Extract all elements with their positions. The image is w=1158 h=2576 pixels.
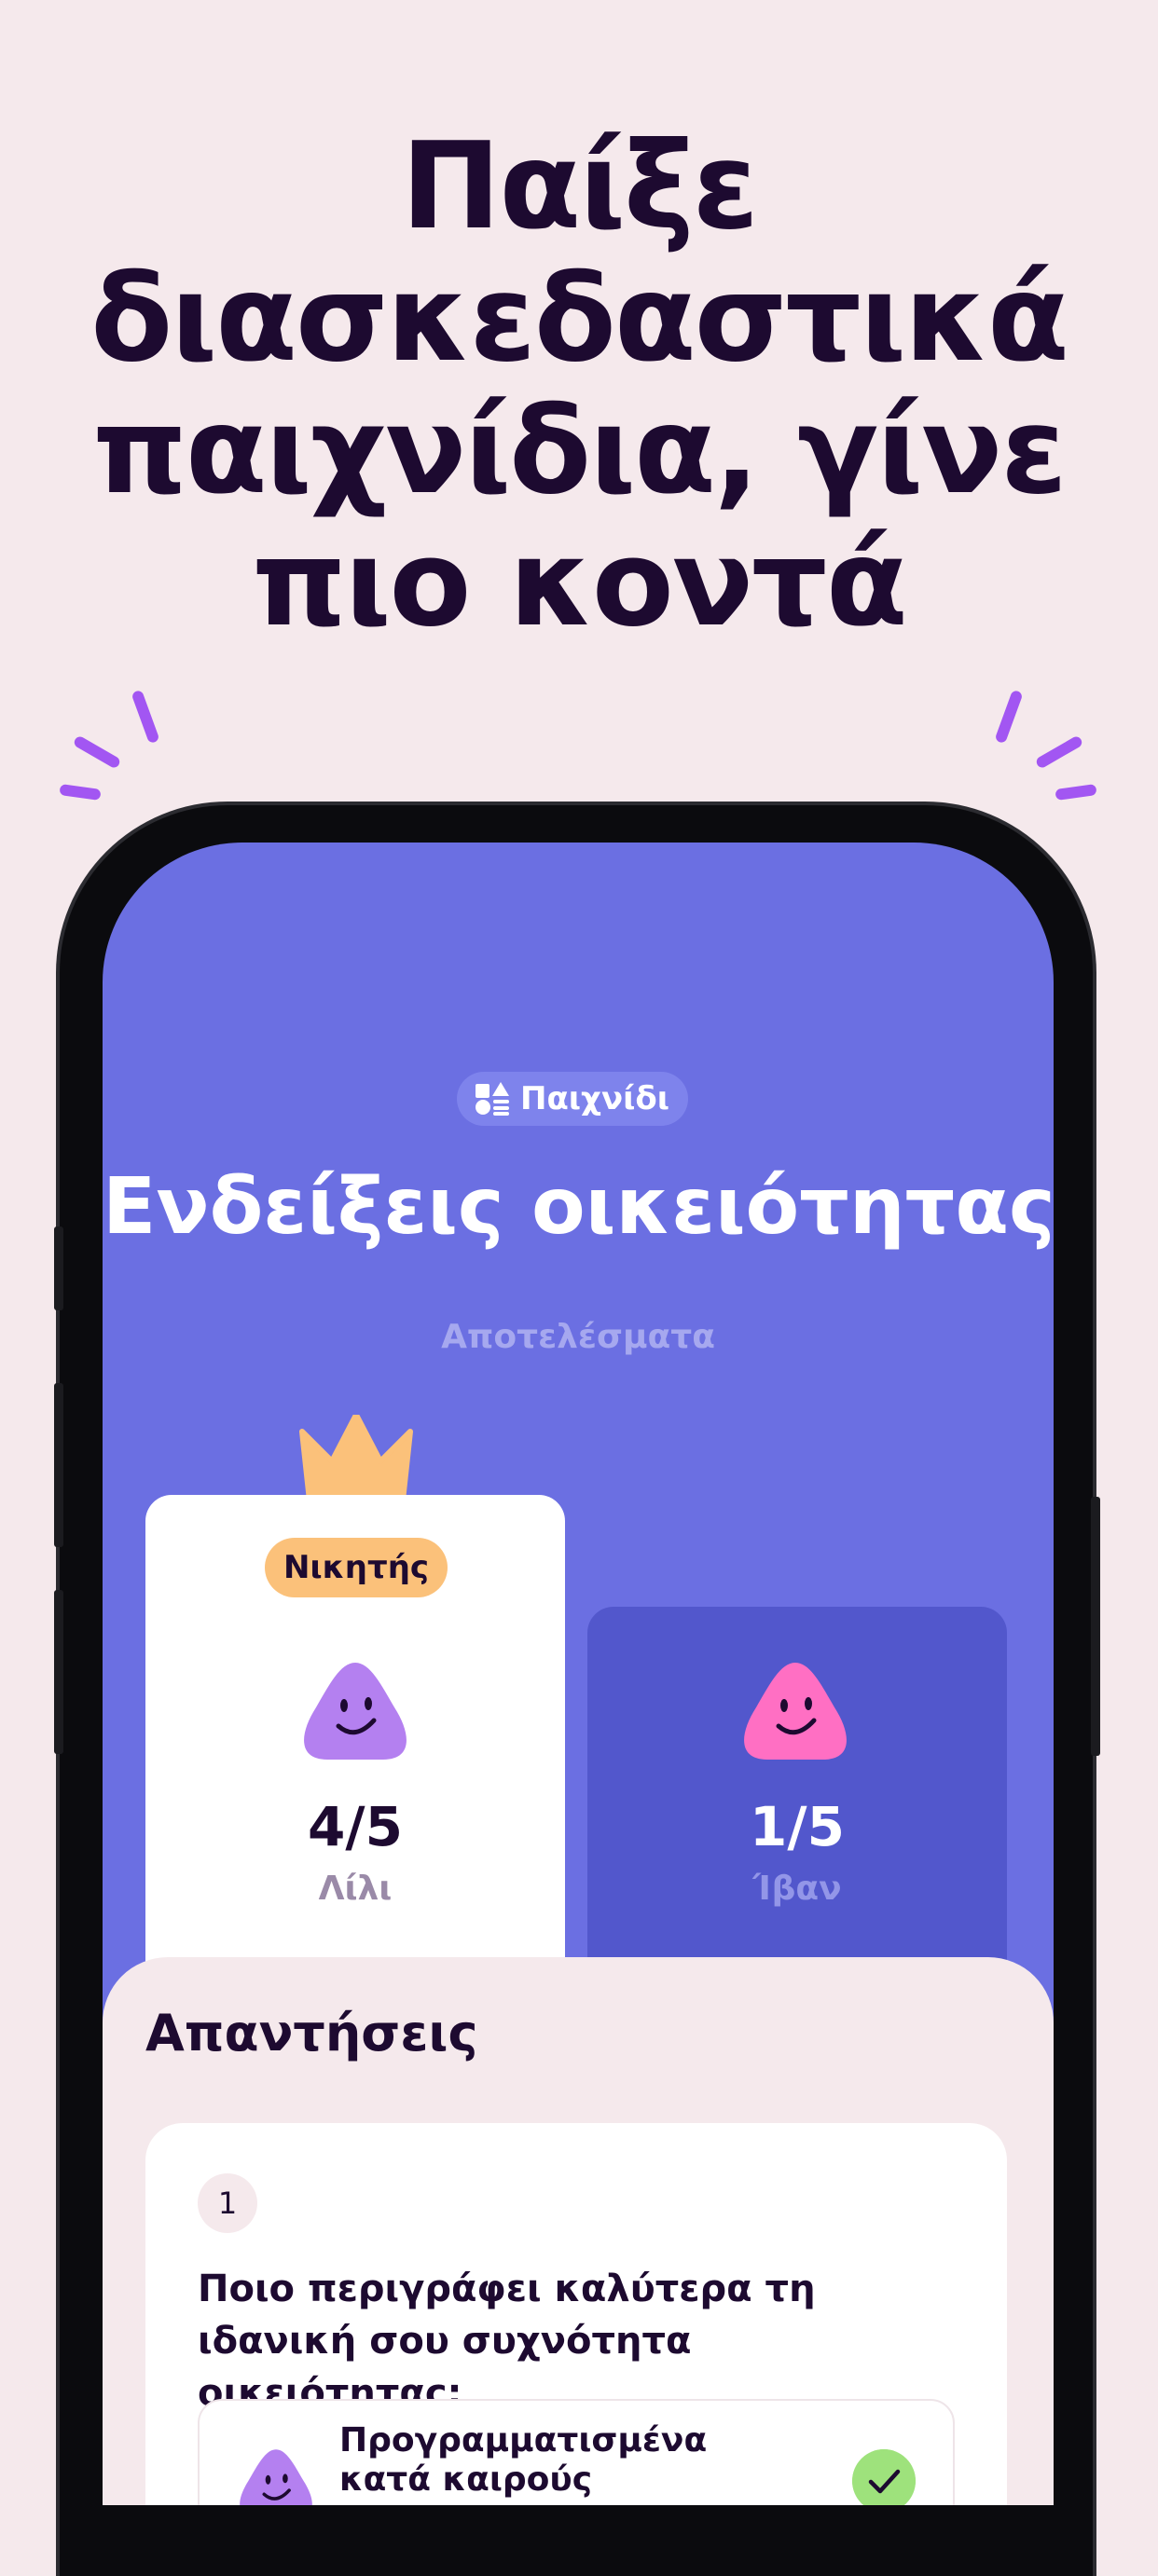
headline-line-3: παιχνίδια, γίνε [92,382,1067,521]
headline-line-4: πιο κοντά [252,514,907,653]
answers-title: Απαντήσεις [145,2004,478,2062]
purple-blob-avatar [304,1663,407,1760]
pink-blob-avatar [744,1663,847,1760]
player-score: 1/5 [750,1795,845,1858]
results-label: Αποτελέσματα [441,1318,715,1356]
winner-badge: Νικητής [265,1538,448,1597]
headline: Παίξε διασκεδαστικά παιχνίδια, γίνε πιο … [0,121,1158,651]
answers-panel: Απαντήσεις 1 Ποιο περιγράφει καλύτερα τη… [103,1957,1054,2505]
player-name: Ίβαν [752,1870,842,1908]
question-number: 1 [198,2173,257,2233]
question-text: Ποιο περιγράφει καλύτερα τη ιδανική σου … [198,2268,816,2415]
game-chip-label: Παιχνίδι [519,1080,669,1117]
purple-blob-avatar [240,2449,312,2505]
player-name: Λίλι [318,1870,393,1908]
headline-line-2: διασκεδαστικά [90,250,1069,389]
answer-item[interactable]: Προγραμματισμένα κατά καιρούς [198,2399,955,2505]
phone-side-button [54,1226,63,1310]
crown-icon [299,1415,413,1500]
game-chip[interactable]: Παιχνίδι [457,1072,688,1126]
phone-screen: Παιχνίδι Ενδείξεις οικειότητας Αποτελέσμ… [103,843,1054,2505]
question-card[interactable]: 1 Ποιο περιγράφει καλύτερα τη ιδανική σο… [145,2123,1007,2505]
player-card[interactable]: 1/5 Ίβαν [587,1607,1007,2017]
shapes-icon [475,1082,511,1116]
check-icon [852,2449,916,2505]
phone-power-button [1091,1497,1100,1756]
player-card-winner[interactable]: Νικητής 4/5 Λίλι [145,1495,565,2017]
phone-volume-up [54,1383,63,1547]
game-title: Ενδείξεις οικειότητας [103,1160,1054,1252]
player-score: 4/5 [308,1795,403,1858]
headline-line-1: Παίξε [401,117,759,256]
answer-text: Προγραμματισμένα κατά καιρούς [339,2421,708,2499]
phone-volume-down [54,1590,63,1754]
